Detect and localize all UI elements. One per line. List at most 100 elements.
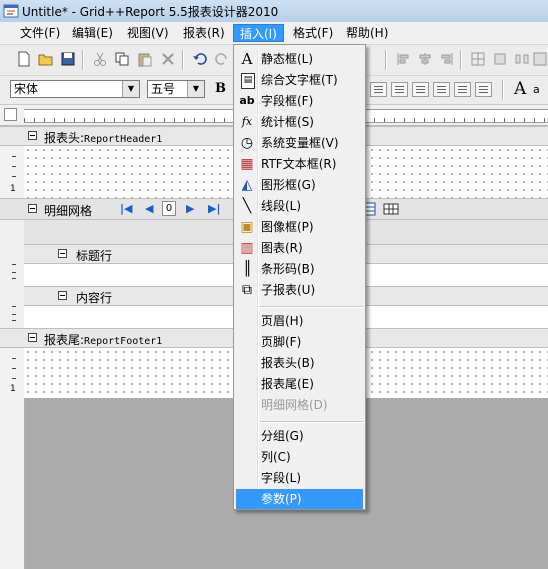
menu-item-label: 分组(G) — [261, 429, 304, 443]
report-footer-label: 报表尾:ReportFooter1 — [44, 331, 162, 348]
undo-icon[interactable] — [192, 51, 208, 67]
text-a-icon: A — [241, 50, 253, 68]
toolbar-separator — [502, 80, 504, 100]
align-top-button[interactable] — [370, 82, 387, 97]
open-icon[interactable] — [38, 51, 54, 67]
text-right-button[interactable] — [475, 82, 492, 97]
menu-item-label: 报表尾(E) — [261, 377, 314, 391]
align-right-icon[interactable] — [439, 51, 455, 67]
menu-item-chart[interactable]: ▥ 图表(R) — [236, 238, 363, 258]
paste-icon[interactable] — [137, 51, 153, 67]
grid-columns-icon[interactable] — [383, 202, 399, 216]
menu-item-system-var-box[interactable]: ◷ 系统变量框(V) — [236, 133, 363, 153]
chevron-down-icon[interactable]: ▼ — [187, 81, 204, 97]
ruler-filler — [0, 398, 25, 569]
menu-item-label: RTF文本框(R) — [261, 157, 337, 171]
menu-item-group[interactable]: 分组(G) — [236, 426, 363, 446]
content-row-label: 内容行 — [76, 291, 113, 305]
align-bottom-button[interactable] — [412, 82, 429, 97]
menu-item-column[interactable]: 列(C) — [236, 447, 363, 467]
menu-format[interactable]: 格式(F) — [287, 24, 339, 42]
menu-item-static-box[interactable]: A 静态框(L) — [236, 49, 363, 69]
font-name-select[interactable]: 宋体 ▼ — [10, 80, 140, 98]
menu-item-subreport[interactable]: ⧉ 子报表(U) — [236, 280, 363, 300]
align-center-icon[interactable] — [417, 51, 433, 67]
menu-item-label: 子报表(U) — [261, 283, 316, 297]
menu-item-field-box[interactable]: ab 字段框(F) — [236, 91, 363, 111]
shape-icon: ◭ — [241, 177, 253, 193]
menu-item-report-footer[interactable]: 报表尾(E) — [236, 374, 363, 394]
collapse-icon[interactable] — [28, 333, 37, 342]
menu-item-label: 综合文字框(T) — [261, 73, 338, 87]
clock-icon: ◷ — [240, 135, 254, 151]
menu-item-label: 图像框(P) — [261, 220, 314, 234]
menu-item-page-footer[interactable]: 页脚(F) — [236, 332, 363, 352]
menu-item-memo-box[interactable]: ▤ 综合文字框(T) — [236, 70, 363, 90]
redo-icon[interactable] — [214, 51, 230, 67]
menu-item-barcode[interactable]: ║ 条形码(B) — [236, 259, 363, 279]
bold-button[interactable]: B — [215, 81, 226, 96]
menu-file[interactable]: 文件(F) — [14, 24, 66, 42]
window-title: Untitle* - Grid++Report 5.5报表设计器2010 — [22, 5, 279, 19]
prev-page-icon[interactable]: ◀ — [145, 202, 153, 215]
next-page-icon[interactable]: ▶ — [186, 202, 194, 215]
menu-edit[interactable]: 编辑(E) — [66, 24, 119, 42]
collapse-icon[interactable] — [58, 291, 67, 300]
menu-item-summary-box[interactable]: fx 统计框(S) — [236, 112, 363, 132]
more-tools-icon[interactable] — [532, 51, 548, 67]
menu-item-label: 参数(P) — [261, 492, 302, 506]
delete-icon[interactable] — [160, 51, 176, 67]
menu-item-field[interactable]: 字段(L) — [236, 468, 363, 488]
page-number-field[interactable]: 0 — [162, 201, 176, 216]
menu-item-report-header[interactable]: 报表头(B) — [236, 353, 363, 373]
toolbar-separator — [385, 50, 387, 70]
collapse-icon[interactable] — [58, 249, 67, 258]
vertical-ruler-footer: 1 — [0, 348, 25, 398]
menu-help[interactable]: 帮助(H) — [340, 24, 394, 42]
menu-item-parameter[interactable]: 参数(P) — [236, 489, 363, 509]
align-middle-button[interactable] — [391, 82, 408, 97]
detail-grid-label: 明细网格 — [44, 204, 93, 218]
menu-item-line[interactable]: ╲ 线段(L) — [236, 196, 363, 216]
collapse-icon[interactable] — [28, 204, 37, 213]
report-header-name: ReportHeader1 — [84, 134, 163, 145]
ruler-corner[interactable] — [4, 108, 17, 121]
text-center-button[interactable] — [454, 82, 471, 97]
last-page-icon[interactable]: ▶| — [208, 202, 220, 215]
report-header-label: 报表头:ReportHeader1 — [44, 129, 162, 146]
menu-view[interactable]: 视图(V) — [121, 24, 175, 42]
same-size-icon[interactable] — [492, 51, 508, 67]
menu-separator — [260, 421, 363, 423]
save-icon[interactable] — [60, 51, 76, 67]
menu-item-shape-box[interactable]: ◭ 图形框(G) — [236, 175, 363, 195]
report-header-title: 报表头: — [44, 131, 85, 145]
copy-icon[interactable] — [114, 51, 130, 67]
font-size-select[interactable]: 五号 ▼ — [147, 80, 205, 98]
align-left-icon[interactable] — [395, 51, 411, 67]
text-left-button[interactable] — [433, 82, 450, 97]
menu-item-label: 字段(L) — [261, 471, 302, 485]
font-style-icon[interactable]: a — [533, 83, 540, 96]
menu-item-label: 报表头(B) — [261, 356, 315, 370]
new-icon[interactable] — [16, 51, 32, 67]
report-footer-title: 报表尾: — [44, 333, 85, 347]
collapse-icon[interactable] — [28, 131, 37, 140]
menu-item-picture-box[interactable]: ▣ 图像框(P) — [236, 217, 363, 237]
menu-bar: 文件(F) 编辑(E) 视图(V) 报表(R) 插入(I) 格式(F) 帮助(H… — [0, 22, 548, 45]
spacing-icon[interactable] — [514, 51, 530, 67]
cut-icon[interactable] — [92, 51, 108, 67]
font-color-icon[interactable]: A — [514, 79, 526, 99]
menu-insert[interactable]: 插入(I) — [233, 24, 284, 42]
chevron-down-icon[interactable]: ▼ — [122, 81, 139, 97]
menu-item-label: 页眉(H) — [261, 314, 304, 328]
field-ab-icon: ab — [239, 94, 255, 107]
menu-report[interactable]: 报表(R) — [177, 24, 231, 42]
menu-item-rtf-box[interactable]: ▦ RTF文本框(R) — [236, 154, 363, 174]
rtf-icon: ▦ — [240, 156, 254, 172]
subreport-icon: ⧉ — [242, 282, 252, 298]
menu-item-page-header[interactable]: 页眉(H) — [236, 311, 363, 331]
first-page-icon[interactable]: |◀ — [120, 202, 132, 215]
app-icon — [3, 3, 19, 19]
toolbar-separator — [182, 50, 184, 70]
grid-snap-icon[interactable] — [470, 51, 486, 67]
